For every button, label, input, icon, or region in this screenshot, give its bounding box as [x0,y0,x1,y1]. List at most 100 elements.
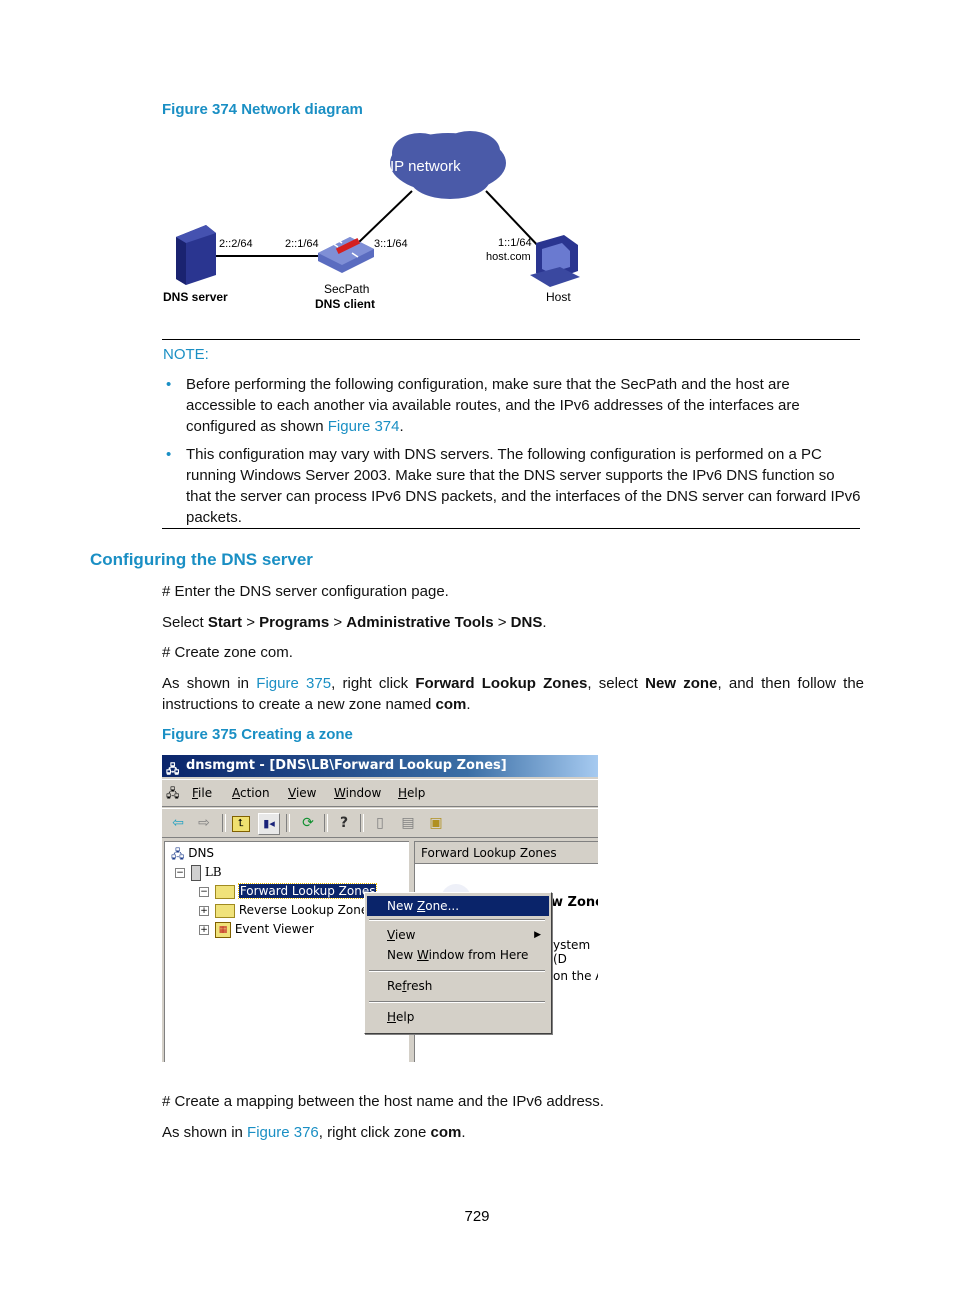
para-flz: Forward Lookup Zones [415,675,588,692]
right-click-com-paragraph: As shown in Figure 376, right click zone… [162,1122,466,1143]
tree-label-selected: Forward Lookup Zones [237,883,378,899]
refresh-icon[interactable]: ⟳ [298,813,318,833]
right-pane-fragment: ystem (D [553,938,591,966]
note-title: NOTE: [163,346,209,363]
menu-file[interactable]: File [192,780,212,806]
menu-bar: 🖧 File Action View Window Help [162,779,598,807]
back-icon[interactable]: ⇦ [168,813,188,833]
properties-icon[interactable]: ▤ [398,813,418,833]
firewall-icon [318,237,374,273]
host-label: Host [546,290,571,304]
menu-separator [369,1001,545,1003]
right-pane-fragment: w Zone [551,895,598,910]
secpath-right-ip: 3::1/64 [374,238,408,250]
mmc-icon: 🖧 [166,786,180,800]
note-list: • Before performing the following config… [162,374,862,535]
section-heading: Configuring the DNS server [90,550,313,569]
server-toolbar-icon[interactable]: ▯ [370,813,390,833]
right-pane-header: Forward Lookup Zones [415,842,598,864]
tree-item-reverse-lookup-zones[interactable]: Reverse Lookup Zones [215,902,374,918]
step-create-zone: # Create zone com. [162,644,293,661]
title-bar: 🖧 dnsmgmt - [DNS\LB\Forward Lookup Zones… [162,755,598,777]
path-dns: DNS [510,614,543,631]
para-end: . [461,1124,466,1141]
menu-item-new-window[interactable]: New Window from Here [367,945,549,965]
select-path: Select Start > Programs > Administrative… [162,612,547,633]
tree-item-event-viewer[interactable]: ▦ Event Viewer [215,921,314,938]
menu-help[interactable]: Help [398,780,425,806]
note-top-rule [162,339,860,340]
link-secpath-cloud [357,190,413,244]
toolbar-separator [360,814,364,832]
dns-server-ip: 2::2/64 [219,238,253,250]
para-text: , select [587,675,646,692]
figure-376-link[interactable]: Figure 376 [247,1124,319,1141]
server-icon [176,225,216,285]
para-new-zone: New zone [645,675,718,692]
host-ip: 1::1/64 [498,237,532,249]
menu-action[interactable]: Action [232,780,270,806]
collapse-icon[interactable]: − [199,887,209,897]
show-hide-tree-icon[interactable]: ▮◂ [258,813,280,835]
context-menu: New Zone... View ▶ New Window from Here R… [364,892,552,1034]
secpath-label: SecPath [324,282,370,296]
step-enter-config: # Enter the DNS server configuration pag… [162,583,449,600]
figure-374-link[interactable]: Figure 374 [328,418,400,435]
dnsmgmt-window: 🖧 dnsmgmt - [DNS\LB\Forward Lookup Zones… [162,755,598,1062]
menu-item-new-zone[interactable]: New Zone... [367,896,549,916]
toolbar-separator [324,814,328,832]
path-start: Start [207,614,243,631]
expand-icon[interactable]: + [199,925,209,935]
create-zone-paragraph: As shown in Figure 375, right click Forw… [162,673,864,715]
menu-item-view[interactable]: View ▶ [367,925,549,945]
dns-icon: 🖧 [171,846,185,861]
host-name: host.com [486,251,531,263]
note-bottom-rule [162,528,860,529]
menu-view[interactable]: View [288,780,316,806]
new-folder-icon[interactable]: ▣ [426,813,446,833]
submenu-arrow-icon: ▶ [534,930,541,940]
note-item-text: This configuration may vary with DNS ser… [186,446,861,526]
collapse-icon[interactable]: − [175,868,185,878]
window-title: dnsmgmt - [DNS\LB\Forward Lookup Zones] [186,758,507,773]
pc-icon [530,235,580,287]
tree-label: Event Viewer [234,922,314,936]
dns-server-label: DNS server [163,290,228,304]
figure-374-caption: Figure 374 Network diagram [162,101,363,118]
page-number: 729 [464,1208,490,1225]
event-viewer-icon: ▦ [215,921,231,938]
bullet-icon: • [166,376,172,393]
tree-item-server[interactable]: LB [191,864,222,881]
para-com: com [430,1124,462,1141]
path-programs: Programs [259,614,330,631]
tree-label: LB [204,865,222,879]
help-icon[interactable]: ? [334,813,354,833]
tree-item-forward-lookup-zones[interactable]: Forward Lookup Zones [215,883,378,899]
bullet-icon: • [166,446,172,463]
select-prefix: Select [162,614,208,631]
secpath-left-ip: 2::1/64 [285,238,319,250]
menu-item-refresh[interactable]: Refresh [367,976,549,996]
expand-icon[interactable]: + [199,906,209,916]
figure-375-caption: Figure 375 Creating a zone [162,726,353,743]
path-sep: > [329,614,347,631]
secpath-role: DNS client [315,297,376,311]
menu-window[interactable]: Window [334,780,381,806]
cloud-label: IP network [390,158,461,175]
menu-separator [369,919,545,921]
step-create-mapping: # Create a mapping between the host name… [162,1093,604,1110]
folder-icon [215,903,235,918]
tree-label: Reverse Lookup Zones [238,903,375,917]
up-one-level-icon[interactable]: ⮤ [232,816,250,832]
toolbar-separator [286,814,290,832]
path-admin-tools: Administrative Tools [346,614,494,631]
para-com: com [435,696,467,713]
figure-375-link[interactable]: Figure 375 [256,675,331,692]
para-end: . [466,696,471,713]
menu-item-help[interactable]: Help [367,1007,549,1027]
toolbar: ⇦ ⇨ ⮤ ▮◂ ⟳ ? ▯ ▤ ▣ [162,808,598,838]
tree-item-dns[interactable]: 🖧 DNS [171,845,214,862]
folder-icon [215,884,235,899]
para-text: , right click [331,675,416,692]
forward-icon[interactable]: ⇨ [194,813,214,833]
